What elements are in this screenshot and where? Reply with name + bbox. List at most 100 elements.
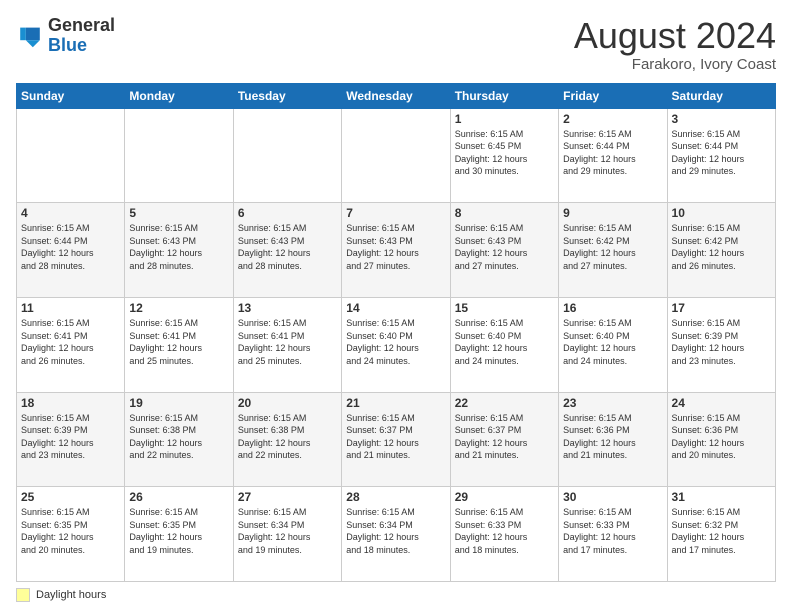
day-number: 11: [21, 301, 120, 315]
week-row-4: 18 Sunrise: 6:15 AM Sunset: 6:39 PM Dayli…: [17, 392, 776, 487]
day-cell: [342, 108, 450, 203]
title-block: August 2024 Farakoro, Ivory Coast: [574, 16, 776, 73]
day-info: Sunrise: 6:15 AM Sunset: 6:42 PM Dayligh…: [672, 222, 771, 272]
logo-general: General: [48, 16, 115, 36]
footer: Daylight hours: [16, 588, 776, 602]
weekday-tuesday: Tuesday: [233, 83, 341, 108]
day-number: 25: [21, 490, 120, 504]
day-info: Sunrise: 6:15 AM Sunset: 6:44 PM Dayligh…: [672, 128, 771, 178]
day-number: 7: [346, 206, 445, 220]
day-cell: 5 Sunrise: 6:15 AM Sunset: 6:43 PM Daylig…: [125, 203, 233, 298]
day-cell: 1 Sunrise: 6:15 AM Sunset: 6:45 PM Daylig…: [450, 108, 558, 203]
calendar: SundayMondayTuesdayWednesdayThursdayFrid…: [16, 83, 776, 582]
day-info: Sunrise: 6:15 AM Sunset: 6:40 PM Dayligh…: [563, 317, 662, 367]
day-number: 23: [563, 396, 662, 410]
day-info: Sunrise: 6:15 AM Sunset: 6:43 PM Dayligh…: [455, 222, 554, 272]
day-info: Sunrise: 6:15 AM Sunset: 6:33 PM Dayligh…: [455, 506, 554, 556]
day-info: Sunrise: 6:15 AM Sunset: 6:34 PM Dayligh…: [238, 506, 337, 556]
weekday-friday: Friday: [559, 83, 667, 108]
day-number: 26: [129, 490, 228, 504]
day-number: 27: [238, 490, 337, 504]
logo-blue: Blue: [48, 36, 115, 56]
day-cell: 25Sunrise: 6:15 AM Sunset: 6:35 PM Dayli…: [17, 487, 125, 582]
day-cell: 2 Sunrise: 6:15 AM Sunset: 6:44 PM Daylig…: [559, 108, 667, 203]
day-info: Sunrise: 6:15 AM Sunset: 6:39 PM Dayligh…: [672, 317, 771, 367]
day-info: Sunrise: 6:15 AM Sunset: 6:43 PM Dayligh…: [129, 222, 228, 272]
day-cell: 26 Sunrise: 6:15 AM Sunset: 6:35 PM Dayli…: [125, 487, 233, 582]
day-info: Sunrise: 6:15 AM Sunset: 6:35 PM Dayligh…: [129, 506, 228, 556]
daylight-legend-box: [16, 588, 30, 602]
day-cell: 10 Sunrise: 6:15 AM Sunset: 6:42 PM Dayli…: [667, 203, 775, 298]
day-number: 14: [346, 301, 445, 315]
day-number: 2: [563, 112, 662, 126]
weekday-sunday: Sunday: [17, 83, 125, 108]
day-number: 28: [346, 490, 445, 504]
day-cell: 31Sunrise: 6:15 AM Sunset: 6:32 PM Dayli…: [667, 487, 775, 582]
day-info: Sunrise: 6:15 AM Sunset: 6:44 PM Dayligh…: [563, 128, 662, 178]
day-cell: 12 Sunrise: 6:15 AM Sunset: 6:41 PM Dayli…: [125, 297, 233, 392]
week-row-5: 25 Sunrise: 6:15 AM Sunset: 6:35 PM Dayli…: [17, 487, 776, 582]
day-cell: 7 Sunrise: 6:15 AM Sunset: 6:43 PM Daylig…: [342, 203, 450, 298]
day-number: 8: [455, 206, 554, 220]
day-cell: 3 Sunrise: 6:15 AM Sunset: 6:44 PM Daylig…: [667, 108, 775, 203]
day-number: 15: [455, 301, 554, 315]
day-number: 4: [21, 206, 120, 220]
day-info: Sunrise: 6:15 AM Sunset: 6:41 PM Dayligh…: [21, 317, 120, 367]
weekday-saturday: Saturday: [667, 83, 775, 108]
day-number: 18: [21, 396, 120, 410]
day-info: Sunrise: 6:15 AM Sunset: 6:41 PM Dayligh…: [129, 317, 228, 367]
day-info: Sunrise: 6:15 AM Sunset: 6:37 PM Dayligh…: [346, 412, 445, 462]
day-info: Sunrise: 6:15 AM Sunset: 6:43 PM Dayligh…: [238, 222, 337, 272]
day-number: 31: [672, 490, 771, 504]
day-cell: 30 Sunrise: 6:15 AM Sunset: 6:33 PM Dayli…: [559, 487, 667, 582]
day-number: 13: [238, 301, 337, 315]
day-number: 12: [129, 301, 228, 315]
day-cell: 13Sunrise: 6:15 AM Sunset: 6:41 PM Dayli…: [233, 297, 341, 392]
day-cell: 19Sunrise: 6:15 AM Sunset: 6:38 PM Dayli…: [125, 392, 233, 487]
day-number: 1: [455, 112, 554, 126]
location: Farakoro, Ivory Coast: [574, 56, 776, 73]
day-info: Sunrise: 6:15 AM Sunset: 6:34 PM Dayligh…: [346, 506, 445, 556]
weekday-thursday: Thursday: [450, 83, 558, 108]
day-cell: 18 Sunrise: 6:15 AM Sunset: 6:39 PM Dayli…: [17, 392, 125, 487]
day-info: Sunrise: 6:15 AM Sunset: 6:44 PM Dayligh…: [21, 222, 120, 272]
day-info: Sunrise: 6:15 AM Sunset: 6:36 PM Dayligh…: [563, 412, 662, 462]
day-cell: 14 Sunrise: 6:15 AM Sunset: 6:40 PM Dayli…: [342, 297, 450, 392]
logo-icon: [16, 22, 44, 50]
day-info: Sunrise: 6:15 AM Sunset: 6:33 PM Dayligh…: [563, 506, 662, 556]
day-info: Sunrise: 6:15 AM Sunset: 6:45 PM Dayligh…: [455, 128, 554, 178]
day-cell: 21Sunrise: 6:15 AM Sunset: 6:37 PM Dayli…: [342, 392, 450, 487]
day-number: 20: [238, 396, 337, 410]
week-row-2: 4 Sunrise: 6:15 AM Sunset: 6:44 PM Daylig…: [17, 203, 776, 298]
logo: General Blue: [16, 16, 115, 56]
month-title: August 2024: [574, 16, 776, 56]
weekday-header-row: SundayMondayTuesdayWednesdayThursdayFrid…: [17, 83, 776, 108]
day-number: 24: [672, 396, 771, 410]
day-number: 10: [672, 206, 771, 220]
day-cell: 29 Sunrise: 6:15 AM Sunset: 6:33 PM Dayli…: [450, 487, 558, 582]
day-cell: 4 Sunrise: 6:15 AM Sunset: 6:44 PM Daylig…: [17, 203, 125, 298]
logo-text: General Blue: [48, 16, 115, 56]
day-cell: 8 Sunrise: 6:15 AM Sunset: 6:43 PM Daylig…: [450, 203, 558, 298]
day-number: 3: [672, 112, 771, 126]
day-number: 30: [563, 490, 662, 504]
day-cell: [233, 108, 341, 203]
day-number: 19: [129, 396, 228, 410]
weekday-wednesday: Wednesday: [342, 83, 450, 108]
day-cell: 24Sunrise: 6:15 AM Sunset: 6:36 PM Dayli…: [667, 392, 775, 487]
day-info: Sunrise: 6:15 AM Sunset: 6:37 PM Dayligh…: [455, 412, 554, 462]
day-info: Sunrise: 6:15 AM Sunset: 6:38 PM Dayligh…: [238, 412, 337, 462]
page: General Blue August 2024 Farakoro, Ivory…: [0, 0, 792, 612]
day-info: Sunrise: 6:15 AM Sunset: 6:40 PM Dayligh…: [346, 317, 445, 367]
day-cell: 15Sunrise: 6:15 AM Sunset: 6:40 PM Dayli…: [450, 297, 558, 392]
header: General Blue August 2024 Farakoro, Ivory…: [16, 16, 776, 73]
day-number: 29: [455, 490, 554, 504]
day-cell: 28 Sunrise: 6:15 AM Sunset: 6:34 PM Dayli…: [342, 487, 450, 582]
day-number: 16: [563, 301, 662, 315]
day-cell: 16 Sunrise: 6:15 AM Sunset: 6:40 PM Dayli…: [559, 297, 667, 392]
day-number: 5: [129, 206, 228, 220]
day-cell: 6Sunrise: 6:15 AM Sunset: 6:43 PM Daylig…: [233, 203, 341, 298]
day-info: Sunrise: 6:15 AM Sunset: 6:43 PM Dayligh…: [346, 222, 445, 272]
day-info: Sunrise: 6:15 AM Sunset: 6:39 PM Dayligh…: [21, 412, 120, 462]
day-cell: 22Sunrise: 6:15 AM Sunset: 6:37 PM Dayli…: [450, 392, 558, 487]
